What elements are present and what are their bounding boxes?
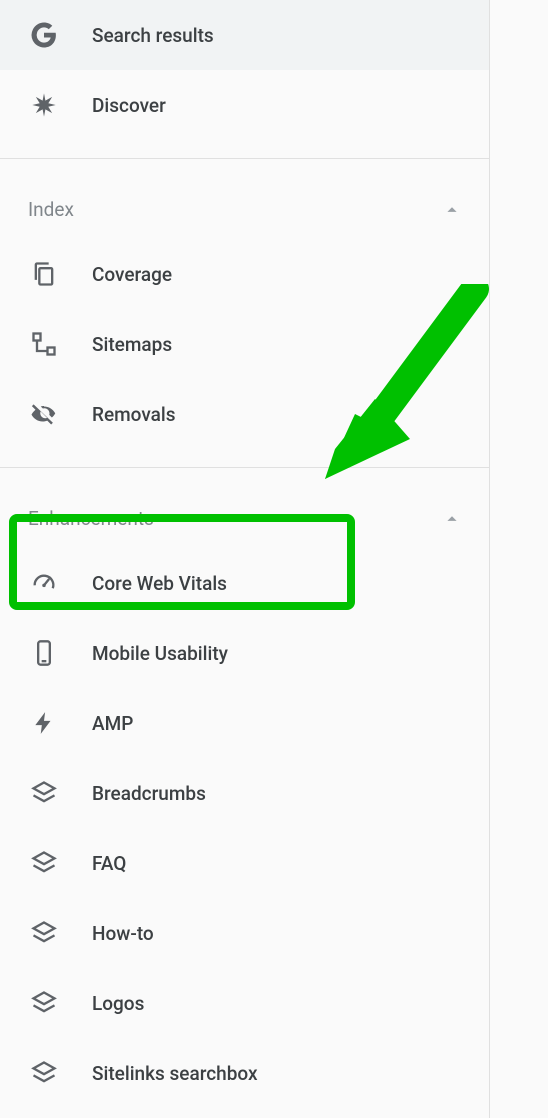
bolt-icon: [28, 707, 60, 739]
layers-icon: [28, 777, 60, 809]
tree-icon: [28, 328, 60, 360]
section-title: Index: [28, 198, 74, 221]
nav-label: Sitelinks searchbox: [92, 1062, 258, 1085]
nav-label: Sitemaps: [92, 333, 172, 356]
visibility-off-icon: [28, 398, 60, 430]
nav-label: Removals: [92, 403, 175, 426]
sidebar-item-mobile-usability[interactable]: Mobile Usability: [0, 618, 489, 688]
nav-label: Core Web Vitals: [92, 572, 227, 595]
section-enhancements: Enhancements Core Web Vitals: [0, 468, 489, 1108]
section-header-index[interactable]: Index: [0, 179, 489, 239]
layers-icon: [28, 917, 60, 949]
sidebar-item-sitelinks-searchbox[interactable]: Sitelinks searchbox: [0, 1038, 489, 1108]
nav-label: AMP: [92, 712, 133, 735]
section-index: Index Coverage Sitemaps: [0, 159, 489, 449]
chevron-up-icon: [441, 508, 461, 528]
sidebar-item-coverage[interactable]: Coverage: [0, 239, 489, 309]
copy-doc-icon: [28, 258, 60, 290]
sidebar-item-how-to[interactable]: How-to: [0, 898, 489, 968]
sidebar-item-discover[interactable]: Discover: [0, 70, 489, 140]
top-items: Search results Discover: [0, 0, 489, 140]
google-icon: [28, 19, 60, 51]
nav-label: Mobile Usability: [92, 642, 228, 665]
section-header-enhancements[interactable]: Enhancements: [0, 488, 489, 548]
chevron-up-icon: [441, 199, 461, 219]
sidebar-item-logos[interactable]: Logos: [0, 968, 489, 1038]
sidebar-item-amp[interactable]: AMP: [0, 688, 489, 758]
layers-icon: [28, 987, 60, 1019]
layers-icon: [28, 847, 60, 879]
nav-label: Search results: [92, 24, 214, 47]
sidebar-item-core-web-vitals[interactable]: Core Web Vitals: [0, 548, 489, 618]
nav-label: Discover: [92, 94, 166, 117]
nav-label: Logos: [92, 992, 144, 1015]
sidebar-item-breadcrumbs[interactable]: Breadcrumbs: [0, 758, 489, 828]
nav-label: How-to: [92, 922, 154, 945]
sidebar-item-removals[interactable]: Removals: [0, 379, 489, 449]
layers-icon: [28, 1057, 60, 1089]
sidebar: Search results Discover Index: [0, 0, 490, 1118]
smartphone-icon: [28, 637, 60, 669]
asterisk-icon: [28, 89, 60, 121]
speed-icon: [28, 567, 60, 599]
sidebar-item-faq[interactable]: FAQ: [0, 828, 489, 898]
nav-label: FAQ: [92, 852, 126, 875]
sidebar-item-search-results[interactable]: Search results: [0, 0, 489, 70]
nav-label: Breadcrumbs: [92, 782, 206, 805]
sidebar-item-sitemaps[interactable]: Sitemaps: [0, 309, 489, 379]
nav-label: Coverage: [92, 263, 172, 286]
section-title: Enhancements: [28, 507, 154, 530]
